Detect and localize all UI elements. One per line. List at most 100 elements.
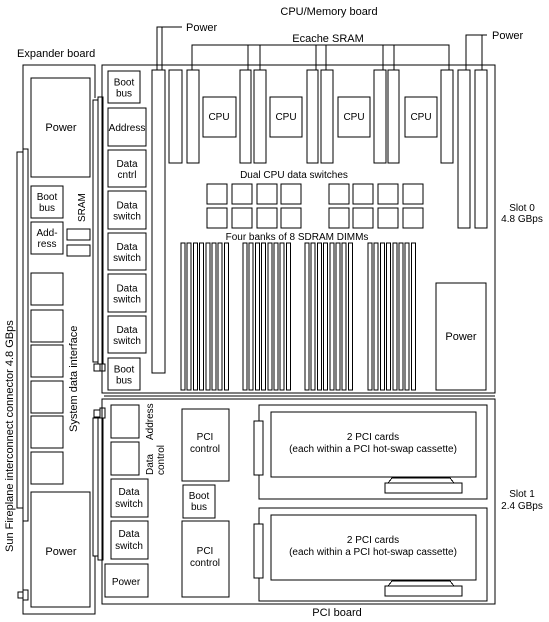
cpu-left-column: BootbusAddressDatacntrlDataswitchDataswi… [107,70,147,391]
expander-board: Power Boot bus Add- ress SRAM System dat… [4,64,104,615]
cpu-data-switch-10 [231,207,253,229]
pci-cards-1-line2: (each within a PCI hot-swap cassette) [289,444,457,455]
pci-control-1-line2: control [190,444,220,455]
sdram-dimm-b3-5 [329,242,335,391]
sdram-dimm-b3-7 [341,242,347,391]
ecache-strip-4 [306,69,319,164]
cpu-memory-board: BootbusAddressDatacntrlDataswitchDataswi… [101,64,543,397]
sdram-dimm-b2-2 [248,242,254,391]
pci-control-1-line1: PCI [197,432,214,443]
sdram-dimm-b3-2 [310,242,316,391]
cpu-data-switch-14 [352,207,374,229]
cpu-board-power-label: Power [445,331,477,343]
expander-connector-top [92,99,99,363]
slot1-label-line1: Slot 1 [509,489,535,500]
pci-data-switch-1 [110,478,149,518]
expander-boot-bus-line1: Boot [37,192,58,203]
pci-data-switch-2-line1: Data [118,529,140,540]
power-strip-1 [151,69,166,374]
cpu-left-box-3-line1: Data [116,159,138,170]
power-strip-3 [457,69,471,229]
sdram-dimm-b3-3 [316,242,322,391]
cpu-left-box-7-line2: switch [113,336,141,347]
sdram-dimm-b4-6 [398,242,404,391]
cpu-left-box-2-line1: Address [109,123,146,134]
sdram-dimm-b4-1 [367,242,373,391]
pci-board: Address Data control Data switch Data sw… [101,398,543,605]
sdram-dimm-b3-8 [347,242,353,391]
sdram-dimm-b3-1 [304,242,310,391]
ecache-strip-3 [253,69,267,164]
cpu-1-label: CPU [208,112,229,123]
expander-address-line1: Add- [36,228,57,239]
ecache-strip-6 [373,69,387,164]
sdram-dimm-b4-2 [373,242,379,391]
cpu-left-box-5-line1: Data [116,242,138,253]
power-strip-4 [474,69,488,229]
slot1-label-line2: 2.4 GBps [501,501,543,512]
clip-slot0-a [93,363,101,372]
pci-boot-bus-line1: Boot [189,491,210,502]
sdram-dimms-label: Four banks of 8 SDRAM DIMMs [226,232,369,243]
cpu-data-switch-15 [377,207,399,229]
pci-boot-bus-line2: bus [191,502,207,513]
system-board-diagram: CPU/Memory board Expander board PCI boar… [4,6,543,619]
cassette-1-edge-connector [253,420,264,476]
sdram-dimm-b1-3 [192,242,198,391]
pci-control-2-line1: PCI [197,546,214,557]
cassette-1-slot-connector [384,482,463,494]
cpu-data-switch-13 [328,207,350,229]
sdi-chip-5 [30,415,64,449]
pci-data-control-line1: Data [145,453,156,475]
expander-connector-bottom [92,417,99,557]
sdram-dimm-b1-4 [199,242,205,391]
ecache-strip-1 [186,69,200,164]
sdram-dimm-b4-7 [404,242,410,391]
cpu-data-switch-8 [402,183,424,205]
sdram-dimm-b4-3 [379,242,385,391]
cpu-left-box-1-line2: bus [116,89,132,100]
pci-cards-1-line1: 2 PCI cards [347,432,399,443]
pci-data-control-chip [110,441,140,476]
sdram-dimm-b3-4 [323,242,329,391]
sdram-dimm-b2-7 [279,242,285,391]
sdram-dimm-b2-6 [273,242,279,391]
ecache-strip-5 [320,69,334,164]
sdram-dimm-b4-8 [410,242,416,391]
power-label-top-left: Power [186,22,218,34]
pci-data-switch-1-line1: Data [118,487,140,498]
pci-cassette-2: 2 PCI cards (each within a PCI hot-swap … [253,507,488,602]
sram-vertical-label: SRAM [77,193,88,222]
pci-data-switch-2 [110,520,149,560]
power-leader-left: Power [156,22,218,70]
expander-power-label: Power [45,122,77,134]
pci-data-control-line2: control [156,445,167,475]
expander-address-line2: ress [38,239,57,250]
cpu-left-box-4-line1: Data [116,201,138,212]
cpu-board-title: CPU/Memory board [280,6,377,18]
pci-cassette-1: 2 PCI cards (each within a PCI hot-swap … [253,404,488,500]
ecache-strip-8 [440,69,454,164]
pci-address-chip [110,404,140,439]
fireplane-connector [16,151,24,509]
fireplane-label: Sun Fireplane interconnect connector 4.8… [4,320,16,552]
cpu-left-box-5-line2: switch [113,253,141,264]
sdram-dimm-b1-7 [217,242,223,391]
pci-power-label: Power [112,577,141,588]
cpu-left-box-8-line2: bus [116,376,132,387]
sdi-chip-6 [30,451,64,485]
sram-chip-1 [66,228,91,241]
cpu-4-label: CPU [410,112,431,123]
power-label-top-right: Power [492,30,524,42]
cpu-data-switch-2 [231,183,253,205]
cpu-left-box-7-line1: Data [116,325,138,336]
cpu-left-box-3-line2: cntrl [118,170,137,181]
power-strip-2 [168,69,183,164]
cpu-data-switch-3 [256,183,278,205]
sdram-dimm-b1-5 [205,242,211,391]
sdram-dimm-banks [180,242,416,391]
expander-boot-bus-line2: bus [39,203,55,214]
sdram-dimm-b1-6 [211,242,217,391]
sdram-dimm-b2-5 [267,242,273,391]
cassette-2-slot-connector [384,585,463,597]
